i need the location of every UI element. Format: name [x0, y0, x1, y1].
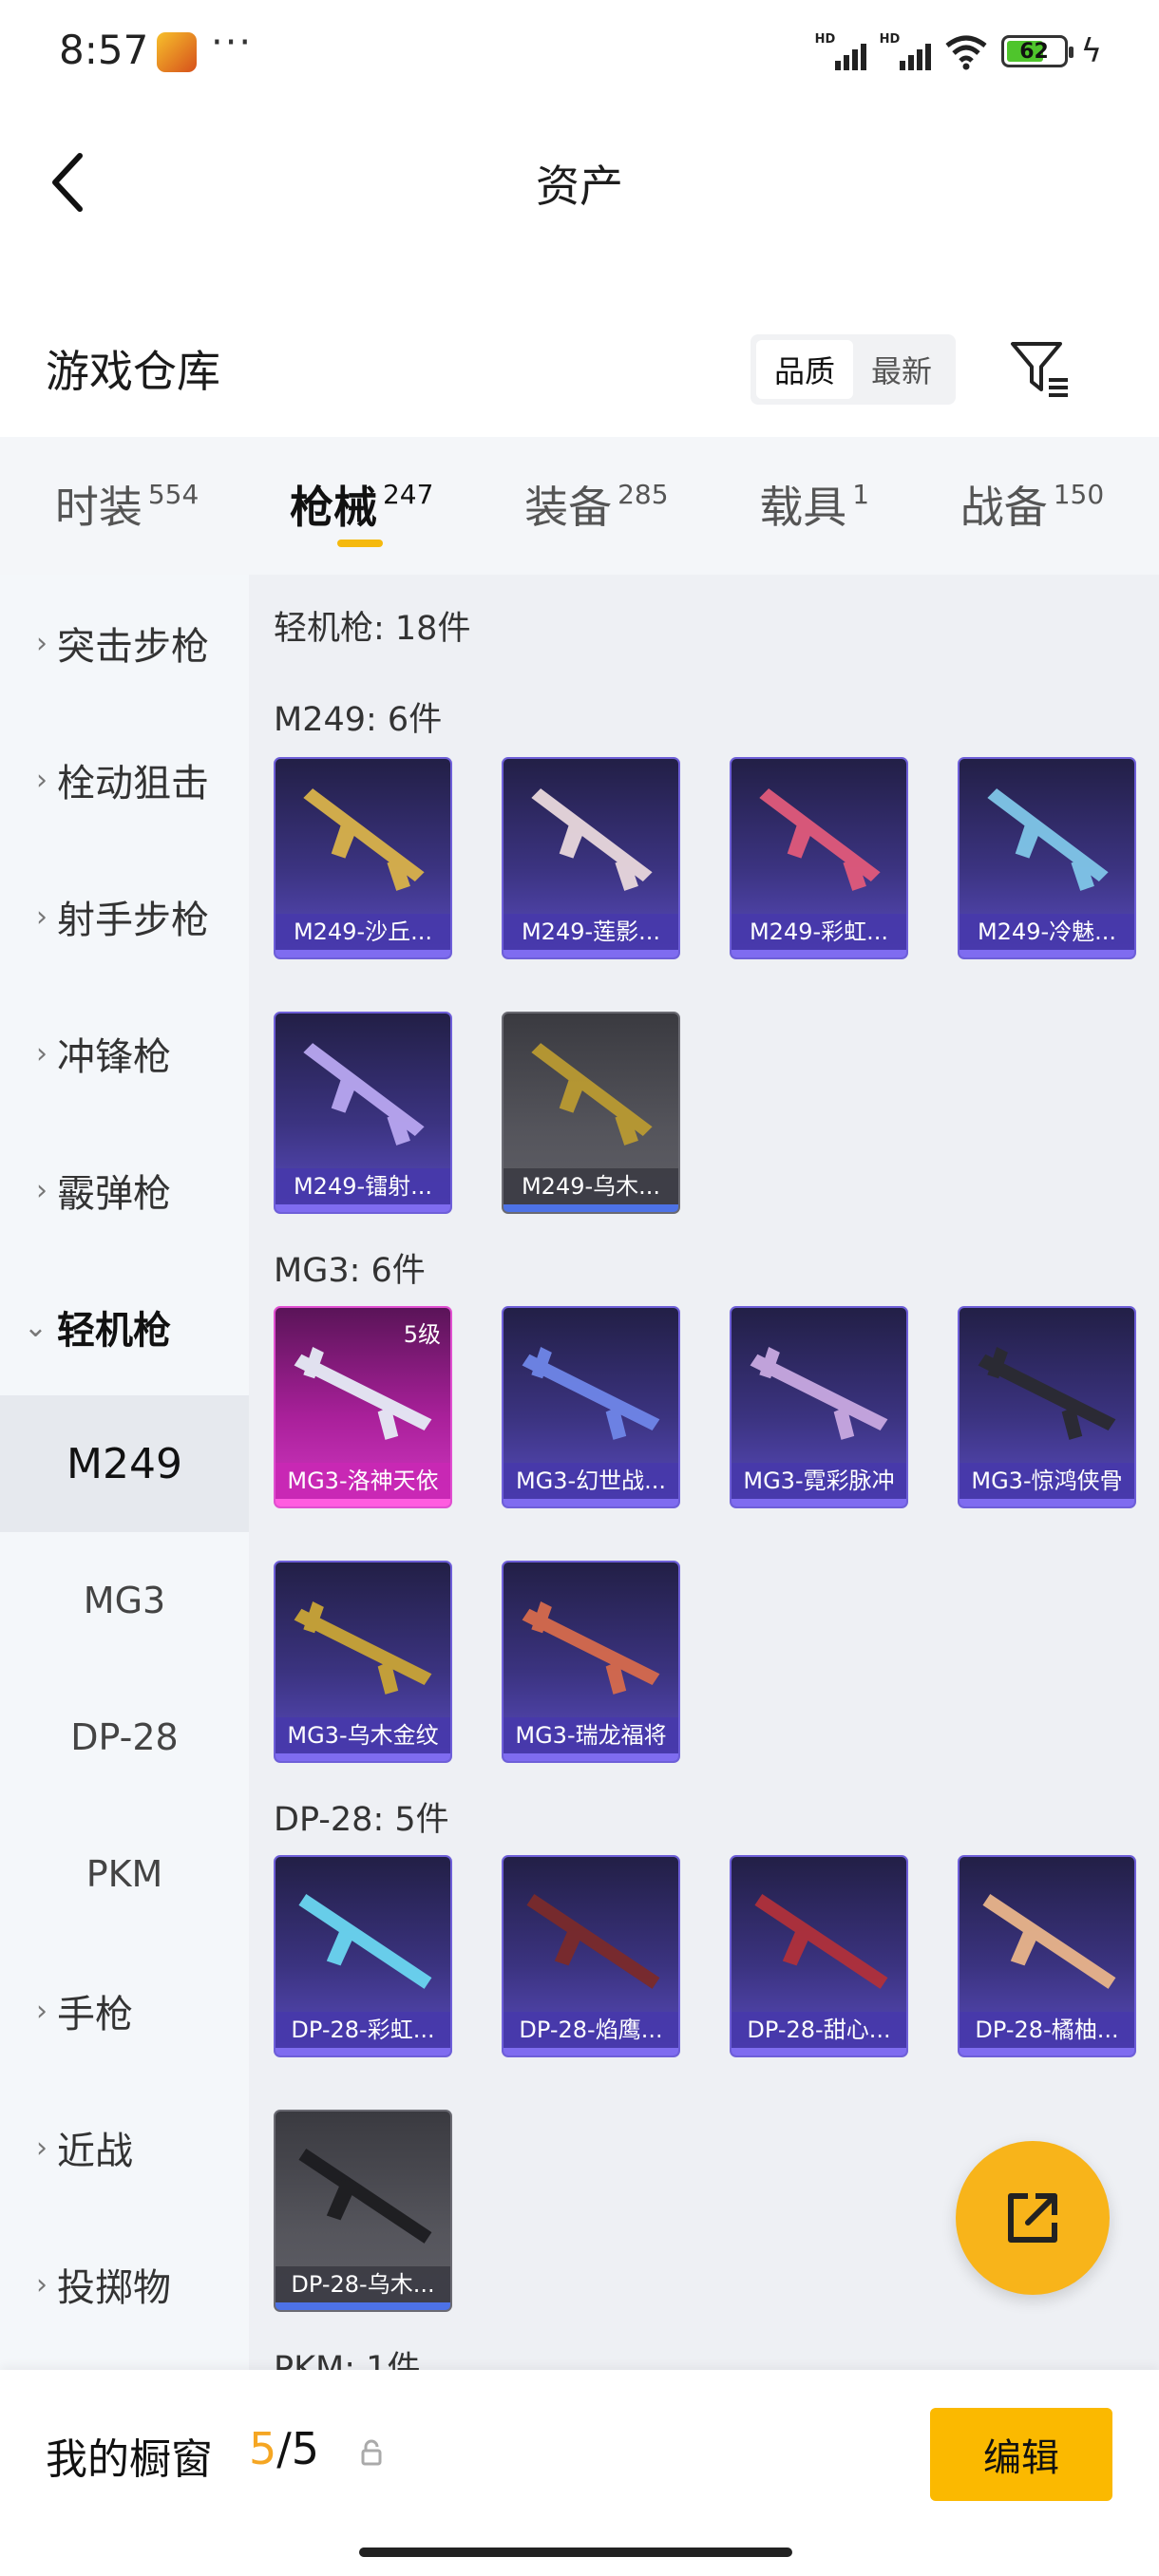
charging-icon: ϟ: [1080, 32, 1102, 70]
chevron-right-icon: ›: [36, 1173, 48, 1207]
skin-card[interactable]: MG3-惊鸿侠骨: [958, 1306, 1136, 1508]
showcase-label: 我的橱窗: [46, 2435, 213, 2484]
share-out-icon: [1008, 2193, 1057, 2243]
chevron-right-icon: ›: [36, 626, 48, 660]
weapon-grid: 轻机枪: 18件 M249: 6件 M249-沙丘... M249-莲影... …: [249, 575, 1159, 2370]
tab-supplies[interactable]: 战备 150: [960, 437, 1104, 536]
chevron-right-icon: ›: [36, 1994, 48, 2028]
skin-card[interactable]: DP-28-橘柚...: [958, 1855, 1136, 2057]
gun-image: [522, 1601, 660, 1695]
warehouse-title: 游戏仓库: [46, 346, 220, 397]
tab-vehicles[interactable]: 载具 1: [759, 437, 869, 536]
chevron-right-icon: ›: [36, 2131, 48, 2165]
gun-image: [982, 1894, 1116, 1989]
sidebar-item-lmg[interactable]: ⌄ 轻机枪: [0, 1259, 249, 1395]
gun-image: [298, 2149, 432, 2244]
skin-card[interactable]: M249-莲影...: [502, 757, 680, 959]
showcase-count: 5/5: [249, 2423, 320, 2474]
skin-card[interactable]: MG3-幻世战...: [502, 1306, 680, 1508]
chevron-right-icon: ›: [36, 900, 48, 934]
gun-image: [531, 788, 653, 891]
top-bar: 资产: [0, 123, 1159, 237]
wifi-icon: [945, 35, 987, 70]
sort-toggle: 品质 最新: [750, 334, 956, 405]
home-indicator[interactable]: [359, 2548, 792, 2557]
signal-2-icon: HD: [880, 32, 931, 70]
weapon-type-sidebar: › 突击步枪 › 栓动狙击 › 射手步枪 › 冲锋枪 › 霰弹枪 ⌄ 轻机枪 M…: [0, 575, 249, 2370]
filter-icon[interactable]: [1005, 334, 1074, 403]
skin-card[interactable]: M249-镭射...: [274, 1012, 452, 1214]
sidebar-item-marksman-rifle[interactable]: › 射手步枪: [0, 848, 249, 985]
sidebar-item-bolt-sniper[interactable]: › 栓动狙击: [0, 711, 249, 848]
category-tabs: 时装 554 枪械 247 装备 285 载具 1 战备 150: [0, 437, 1159, 575]
lock-icon: [361, 2439, 382, 2466]
sidebar-item-assault-rifle[interactable]: › 突击步枪: [0, 575, 249, 711]
sidebar-subitem-dp28[interactable]: DP-28: [0, 1669, 249, 1806]
chevron-right-icon: ›: [36, 1036, 48, 1070]
category-summary: 轻机枪: 18件: [274, 610, 471, 648]
skin-card[interactable]: 5级 MG3-洛神天依: [274, 1306, 452, 1508]
skin-card[interactable]: DP-28-焰鹰...: [502, 1855, 680, 2057]
gun-image: [526, 1894, 660, 1989]
skin-card[interactable]: M249-彩虹...: [730, 757, 908, 959]
sidebar-item-shotgun[interactable]: › 霰弹枪: [0, 1122, 249, 1259]
sidebar-item-throwable[interactable]: › 投掷物: [0, 2216, 249, 2353]
sidebar-item-melee[interactable]: › 近战: [0, 2079, 249, 2216]
app-notification-icon: [157, 32, 197, 72]
gun-image: [298, 1894, 432, 1989]
chevron-down-icon: ⌄: [23, 1310, 48, 1344]
gun-image: [531, 1043, 653, 1146]
page-title: 资产: [536, 161, 623, 212]
gun-image: [987, 788, 1109, 891]
skin-card[interactable]: M249-乌木...: [502, 1012, 680, 1214]
gun-image: [978, 1346, 1116, 1440]
skin-card[interactable]: MG3-霓彩脉冲: [730, 1306, 908, 1508]
status-bar: 8:57 ··· HD HD 62 ϟ: [0, 0, 1159, 104]
tab-equipment[interactable]: 装备 285: [524, 437, 668, 536]
showcase-bar: 我的橱窗 5/5 编辑: [0, 2370, 1159, 2576]
gun-image: [750, 1346, 888, 1440]
skin-card[interactable]: M249-沙丘...: [274, 757, 452, 959]
gun-image: [294, 1601, 432, 1695]
edit-button[interactable]: 编辑: [930, 2408, 1112, 2501]
gun-image: [754, 1894, 888, 1989]
sidebar-subitem-mg3[interactable]: MG3: [0, 1532, 249, 1669]
gun-image: [303, 1043, 425, 1146]
share-button[interactable]: [956, 2141, 1110, 2295]
group-title-m249: M249: 6件: [274, 701, 443, 739]
sidebar-subitem-pkm[interactable]: PKM: [0, 1806, 249, 1942]
sort-quality-button[interactable]: 品质: [756, 340, 853, 399]
more-notifications-icon: ···: [211, 21, 254, 65]
battery-icon: 62: [1000, 35, 1074, 67]
app-screen: 8:57 ··· HD HD 62 ϟ 资产 游戏仓库 品质 最新 时装 554…: [0, 0, 1159, 2576]
skin-card[interactable]: MG3-乌木金纹: [274, 1561, 452, 1763]
group-title-pkm: PKM: 1件: [274, 2350, 421, 2370]
sidebar-subitem-m249[interactable]: M249: [0, 1395, 249, 1532]
tab-fashion[interactable]: 时装 554: [55, 437, 199, 536]
skin-card[interactable]: DP-28-乌木...: [274, 2110, 452, 2312]
gun-image: [522, 1346, 660, 1440]
group-title-dp28: DP-28: 5件: [274, 1801, 449, 1839]
group-title-mg3: MG3: 6件: [274, 1252, 426, 1290]
signal-1-icon: HD: [815, 32, 866, 70]
sidebar-item-smg[interactable]: › 冲锋枪: [0, 985, 249, 1122]
skin-card[interactable]: DP-28-彩虹...: [274, 1855, 452, 2057]
sort-newest-button[interactable]: 最新: [853, 340, 950, 399]
tab-firearms[interactable]: 枪械 247: [290, 437, 433, 547]
gun-image: [303, 788, 425, 891]
active-tab-indicator: [336, 540, 383, 547]
level-badge: 5级: [403, 1321, 441, 1348]
skin-card[interactable]: M249-冷魅...: [958, 757, 1136, 959]
skin-card[interactable]: MG3-瑞龙福将: [502, 1561, 680, 1763]
skin-card[interactable]: DP-28-甜心...: [730, 1855, 908, 2057]
status-time: 8:57: [59, 27, 149, 73]
sidebar-item-pistol[interactable]: › 手枪: [0, 1942, 249, 2079]
chevron-right-icon: ›: [36, 763, 48, 797]
gun-image: [759, 788, 881, 891]
chevron-right-icon: ›: [36, 2267, 48, 2301]
